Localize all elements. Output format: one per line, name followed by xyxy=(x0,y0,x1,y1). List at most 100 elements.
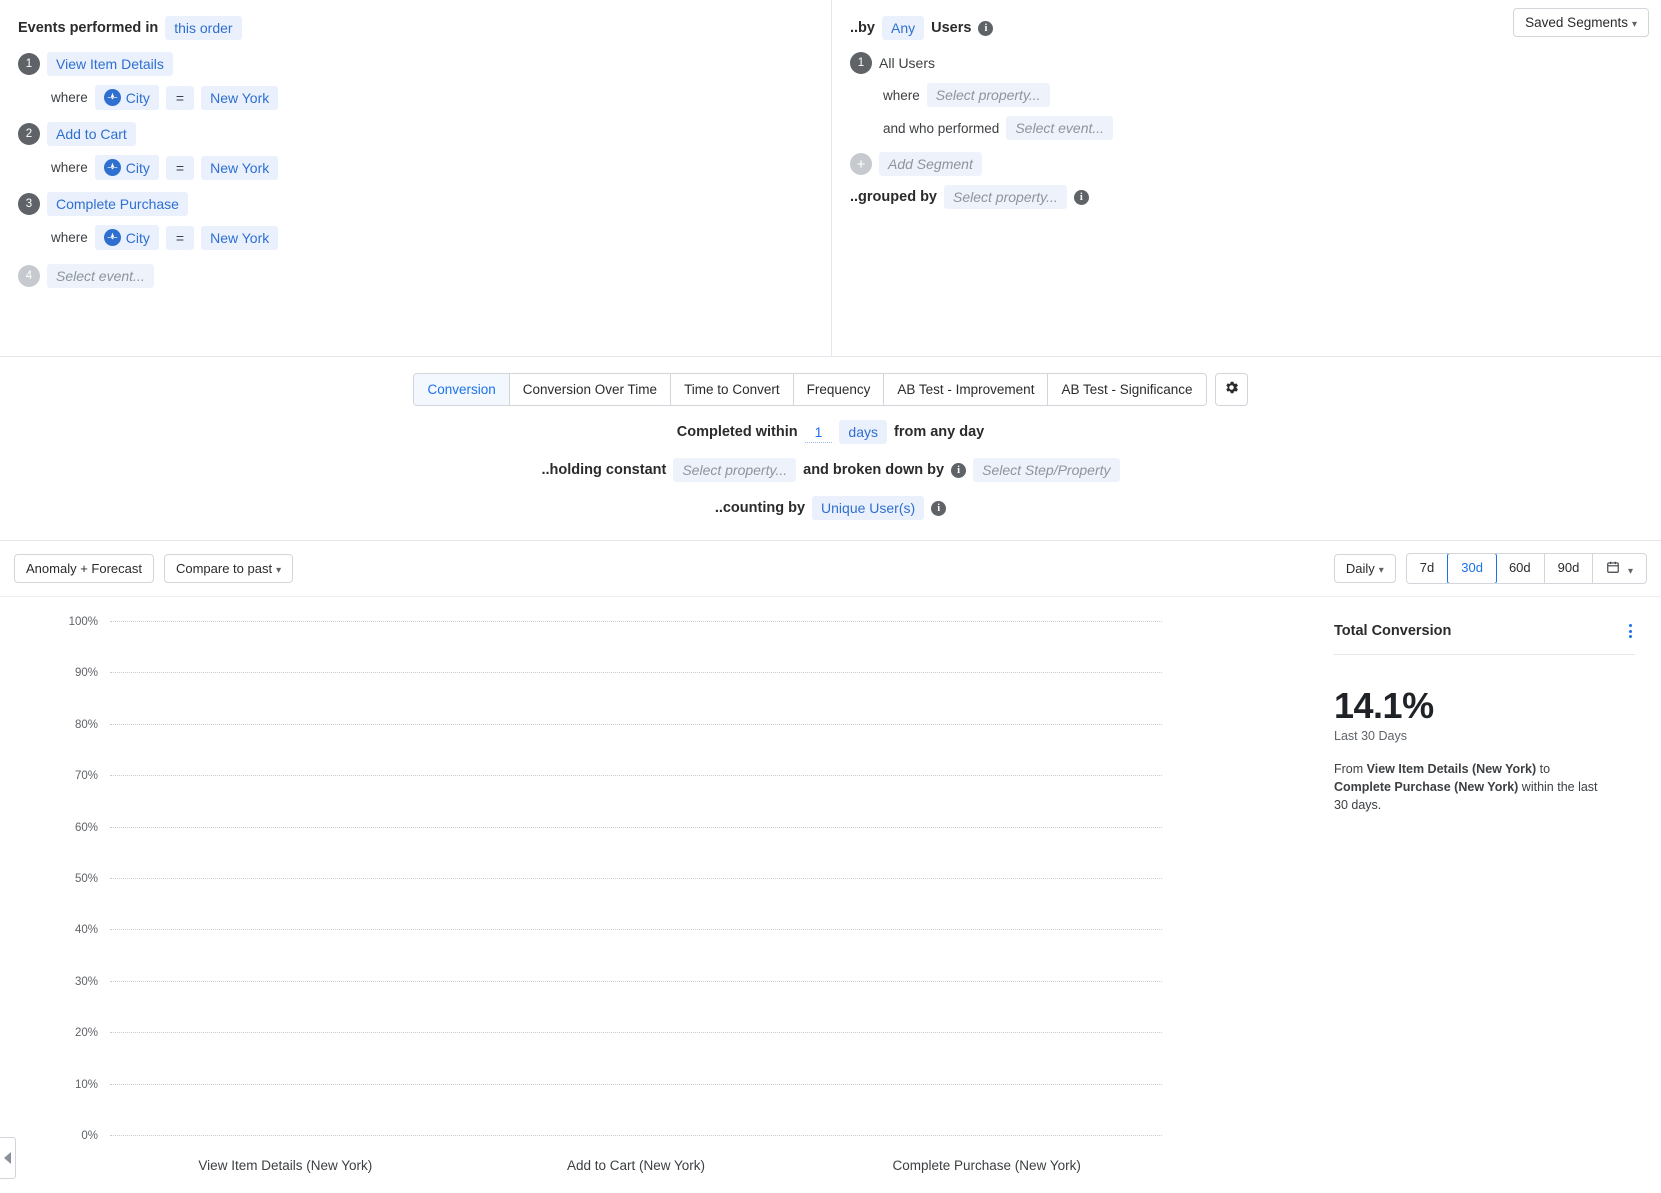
tab-conversion-over-time[interactable]: Conversion Over Time xyxy=(510,374,671,405)
compare-to-past-button[interactable]: Compare to past▾ xyxy=(164,554,293,583)
funnel-step-2[interactable]: 2 Add to Cart xyxy=(18,122,813,146)
step-operator-3[interactable]: = xyxy=(166,226,194,250)
segment-property-input[interactable]: Select property... xyxy=(927,83,1050,107)
plot-area: 100% 90% 80% 70% 60% 50% 40% 30% 20% 10%… xyxy=(110,621,1162,1135)
ytick-label: 40% xyxy=(75,924,110,936)
property-globe-icon xyxy=(104,229,121,246)
step-value-3[interactable]: New York xyxy=(201,226,278,250)
step-number-2: 2 xyxy=(18,123,40,145)
sidebar-collapse-handle[interactable] xyxy=(0,1137,16,1179)
saved-segments-label: Saved Segments xyxy=(1525,15,1628,30)
more-options-icon[interactable] xyxy=(1626,621,1635,641)
segment-where-label: where xyxy=(883,88,920,103)
ytick-label: 100% xyxy=(69,616,110,628)
counting-by-label: ..counting by xyxy=(715,500,805,516)
order-chip[interactable]: this order xyxy=(165,16,241,40)
step-number-4: 4 xyxy=(18,265,40,287)
where-label-1: where xyxy=(51,90,88,105)
range-60d[interactable]: 60d xyxy=(1496,554,1545,583)
saved-segments-button[interactable]: Saved Segments▾ xyxy=(1513,8,1649,37)
ytick-label: 70% xyxy=(75,770,110,782)
holding-constant-label: ..holding constant xyxy=(541,462,666,478)
settings-button[interactable] xyxy=(1215,373,1248,406)
step-event-1[interactable]: View Item Details xyxy=(47,52,173,76)
segment-event-input[interactable]: Select event... xyxy=(1006,116,1113,140)
tab-time-to-convert[interactable]: Time to Convert xyxy=(671,374,794,405)
gridline: 0% xyxy=(110,1135,1162,1136)
compare-to-past-label: Compare to past xyxy=(176,561,272,576)
segment-where-row: where Select property... xyxy=(883,83,1643,107)
where-label-3: where xyxy=(51,230,88,245)
anomaly-forecast-button[interactable]: Anomaly + Forecast xyxy=(14,554,154,583)
ytick-label: 90% xyxy=(75,667,110,679)
holding-constant-input[interactable]: Select property... xyxy=(673,458,796,482)
add-segment-row[interactable]: + Add Segment xyxy=(850,152,1643,176)
step-property-label-2: City xyxy=(126,160,150,176)
any-chip[interactable]: Any xyxy=(882,16,924,40)
measure-tabbar: Conversion Conversion Over Time Time to … xyxy=(0,373,1661,406)
grouped-by-input[interactable]: Select property... xyxy=(944,185,1067,209)
step-event-3[interactable]: Complete Purchase xyxy=(47,192,188,216)
funnel-step-4-empty[interactable]: 4 Select event... xyxy=(18,264,813,288)
granularity-dropdown[interactable]: Daily ▾ xyxy=(1334,554,1396,583)
info-icon[interactable]: i xyxy=(951,463,966,478)
from-any-day-label: from any day xyxy=(894,424,984,440)
add-segment-button[interactable]: Add Segment xyxy=(879,152,982,176)
step-event-2[interactable]: Add to Cart xyxy=(47,122,136,146)
users-label: Users xyxy=(931,20,971,36)
info-icon[interactable]: i xyxy=(931,501,946,516)
property-globe-icon xyxy=(104,89,121,106)
funnel-chart: 100% 90% 80% 70% 60% 50% 40% 30% 20% 10%… xyxy=(0,597,1320,1193)
step-property-chip-1[interactable]: City xyxy=(95,85,159,110)
info-icon[interactable]: i xyxy=(978,21,993,36)
funnel-step-3[interactable]: 3 Complete Purchase xyxy=(18,192,813,216)
tab-ab-test-improvement[interactable]: AB Test - Improvement xyxy=(884,374,1048,405)
chevron-down-icon: ▾ xyxy=(1379,565,1384,576)
segments-panel: Saved Segments▾ ..by Any Users i 1 All U… xyxy=(832,0,1661,356)
total-conversion-value: 14.1% xyxy=(1334,685,1635,727)
total-conversion-card: Total Conversion 14.1% Last 30 Days From… xyxy=(1320,597,1661,1193)
granularity-label: Daily xyxy=(1346,561,1375,576)
step-property-label-3: City xyxy=(126,230,150,246)
range-30d[interactable]: 30d xyxy=(1447,553,1497,584)
segment-row-1[interactable]: 1 All Users xyxy=(850,52,1643,74)
bar-value-label-1: 42,306 xyxy=(153,1142,418,1154)
step-value-2[interactable]: New York xyxy=(201,156,278,180)
counting-by-value[interactable]: Unique User(s) xyxy=(812,496,924,520)
step-operator-1[interactable]: = xyxy=(166,86,194,110)
bar-slot: 42,306 xyxy=(110,621,461,1135)
step-property-chip-2[interactable]: City xyxy=(95,155,159,180)
query-builder: Events performed in this order 1 View It… xyxy=(0,0,1661,357)
property-globe-icon xyxy=(104,159,121,176)
range-90d[interactable]: 90d xyxy=(1545,554,1594,583)
chart-section: 100% 90% 80% 70% 60% 50% 40% 30% 20% 10%… xyxy=(0,597,1661,1193)
measure-tabs: Conversion Conversion Over Time Time to … xyxy=(413,373,1206,406)
completed-within-unit[interactable]: days xyxy=(839,420,887,444)
chevron-down-icon: ▾ xyxy=(1628,566,1633,577)
broken-down-by-input[interactable]: Select Step/Property xyxy=(973,458,1119,482)
funnel-step-1[interactable]: 1 View Item Details xyxy=(18,52,813,76)
segment-name: All Users xyxy=(879,55,935,71)
x-axis-labels: View Item Details (New York) Add to Cart… xyxy=(110,1158,1162,1173)
tab-ab-test-significance[interactable]: AB Test - Significance xyxy=(1048,374,1205,405)
segment-performed-row: and who performed Select event... xyxy=(883,116,1643,140)
counting-by-row: ..counting by Unique User(s) i xyxy=(0,496,1661,520)
step-operator-2[interactable]: = xyxy=(166,156,194,180)
step-property-chip-3[interactable]: City xyxy=(95,225,159,250)
x-axis-label-1: View Item Details (New York) xyxy=(110,1158,461,1173)
completed-within-label: Completed within xyxy=(677,424,798,440)
step-property-label-1: City xyxy=(126,90,150,106)
ytick-label: 80% xyxy=(75,719,110,731)
desc-mid: to xyxy=(1536,762,1550,776)
ytick-label: 30% xyxy=(75,976,110,988)
select-event-placeholder[interactable]: Select event... xyxy=(47,264,154,288)
tab-conversion[interactable]: Conversion xyxy=(414,374,509,405)
chart-toolbar-left: Anomaly + Forecast Compare to past▾ xyxy=(14,554,293,583)
tab-frequency[interactable]: Frequency xyxy=(794,374,885,405)
calendar-range-button[interactable]: ▾ xyxy=(1593,554,1646,583)
step-number-3: 3 xyxy=(18,193,40,215)
step-value-1[interactable]: New York xyxy=(201,86,278,110)
info-icon[interactable]: i xyxy=(1074,190,1089,205)
completed-within-input[interactable]: 1 xyxy=(805,422,833,443)
range-7d[interactable]: 7d xyxy=(1407,554,1448,583)
